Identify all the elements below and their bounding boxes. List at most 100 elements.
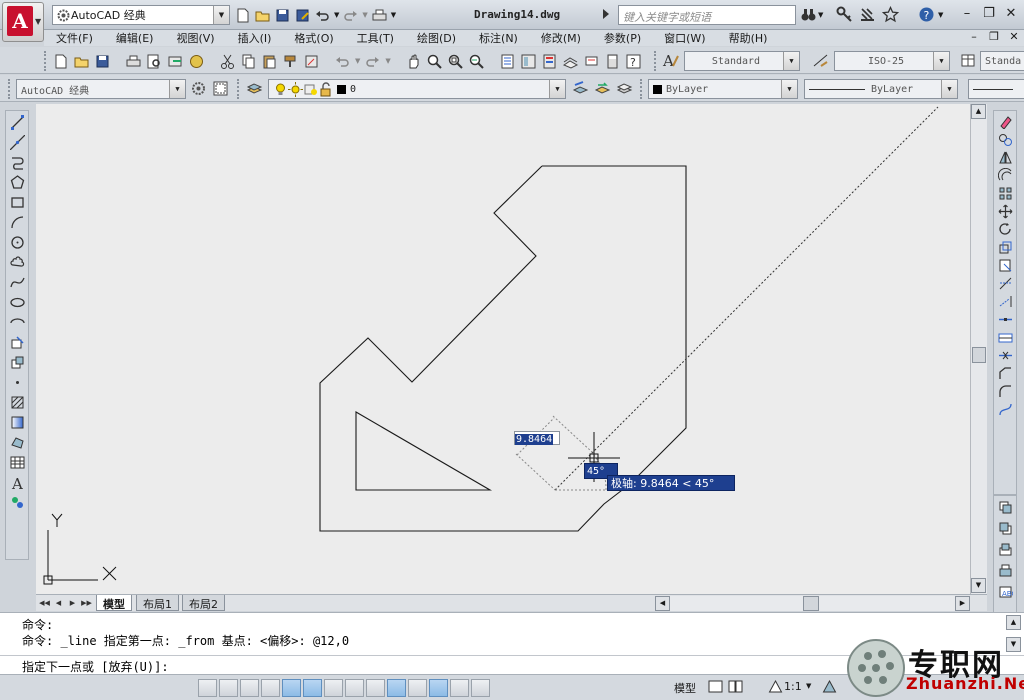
tool-palettes-icon[interactable] — [541, 53, 558, 70]
drawing-canvas[interactable]: Y X — [36, 104, 970, 594]
minimize-button[interactable]: – — [956, 4, 978, 24]
linetype-select[interactable]: ByLayer ▼ — [804, 79, 958, 99]
dynamic-input-toggle[interactable] — [387, 679, 406, 697]
pan-hand-icon[interactable] — [405, 53, 422, 70]
scale-icon[interactable] — [998, 240, 1013, 255]
properties-icon[interactable] — [499, 53, 516, 70]
horizontal-scroll-thumb[interactable] — [803, 596, 819, 611]
help-icon[interactable]: ? — [918, 6, 935, 23]
dimension-style-icon[interactable] — [812, 52, 829, 69]
save-icon[interactable] — [274, 7, 291, 24]
command-scroll-up[interactable]: ▲ — [1006, 615, 1021, 630]
point-tool-icon[interactable] — [10, 375, 25, 390]
workspace-selector[interactable]: AutoCAD 经典 ▼ — [52, 5, 230, 25]
scroll-up-button[interactable]: ▲ — [971, 104, 986, 119]
first-tab-icon[interactable]: ◀◀ — [38, 596, 51, 610]
text-to-front-icon[interactable]: ABC — [998, 584, 1016, 599]
join-icon[interactable] — [998, 348, 1013, 363]
polyline-tool-icon[interactable] — [10, 155, 25, 170]
polygon-tool-icon[interactable] — [10, 175, 25, 190]
polar-tracking-toggle[interactable] — [282, 679, 301, 697]
erase-icon[interactable] — [998, 114, 1013, 130]
open-folder-icon[interactable] — [254, 7, 271, 24]
workspace-combo[interactable]: AutoCAD 经典 ▼ — [16, 79, 186, 99]
text-style-icon[interactable]: A — [662, 52, 679, 70]
help-icon[interactable]: ? — [625, 53, 642, 70]
workspace-settings-icon[interactable] — [190, 80, 207, 97]
quick-access-dropdown-icon[interactable]: ▼ — [391, 11, 396, 19]
vertical-scrollbar[interactable]: ▲ ▼ — [970, 104, 987, 594]
menu-modify[interactable]: 修改(M) — [541, 30, 581, 46]
design-center-icon[interactable] — [520, 53, 537, 70]
rectangle-tool-icon[interactable] — [10, 195, 25, 210]
doc-restore-button[interactable]: ❐ — [984, 30, 1004, 43]
print-icon[interactable] — [371, 7, 388, 24]
move-icon[interactable] — [998, 204, 1013, 219]
chevron-down-icon[interactable]: ▼ — [783, 52, 799, 70]
mirror-icon[interactable] — [998, 150, 1013, 165]
help-dropdown-icon[interactable]: ▼ — [938, 11, 943, 19]
color-select[interactable]: ByLayer ▼ — [648, 79, 798, 99]
3d-dwf-icon[interactable] — [188, 53, 205, 70]
new-file-icon[interactable] — [234, 7, 251, 24]
favorites-star-icon[interactable] — [881, 5, 900, 23]
next-tab-icon[interactable]: ▶ — [66, 596, 79, 610]
extend-icon[interactable] — [998, 294, 1013, 309]
restore-button[interactable]: ❐ — [978, 4, 1000, 24]
break-at-point-icon[interactable] — [998, 312, 1013, 327]
undo-dropdown-icon[interactable]: ▼ — [355, 57, 360, 65]
selection-cycling-toggle[interactable] — [471, 679, 490, 697]
calculator-icon[interactable] — [604, 53, 621, 70]
circle-tool-icon[interactable] — [10, 235, 25, 250]
vertical-scroll-thumb[interactable] — [972, 347, 986, 363]
last-tab-icon[interactable]: ▶▶ — [80, 596, 93, 610]
binoculars-icon[interactable] — [800, 6, 817, 23]
menu-draw[interactable]: 绘图(D) — [417, 30, 456, 46]
open-icon[interactable] — [73, 53, 90, 70]
ortho-toggle[interactable] — [261, 679, 280, 697]
grid-toggle[interactable] — [240, 679, 259, 697]
layer-state-icon[interactable] — [616, 80, 633, 97]
chamfer-icon[interactable] — [998, 366, 1013, 381]
object-snap-toggle[interactable] — [303, 679, 322, 697]
make-current-layer-icon[interactable] — [572, 80, 589, 97]
bring-to-front-icon[interactable] — [998, 500, 1013, 515]
table-style-select[interactable]: Standa — [980, 51, 1024, 71]
redo-icon[interactable] — [342, 7, 359, 24]
close-button[interactable]: ✕ — [1000, 4, 1022, 24]
chevron-down-icon[interactable]: ▼ — [213, 6, 229, 24]
insert-block-icon[interactable] — [10, 335, 25, 350]
scroll-right-button[interactable]: ▶ — [955, 596, 970, 611]
toolbar-grip[interactable] — [8, 79, 12, 99]
infer-constraints-toggle[interactable] — [198, 679, 217, 697]
construction-line-icon[interactable] — [9, 134, 25, 151]
toolbar-grip[interactable] — [44, 51, 48, 71]
save-as-icon[interactable] — [294, 7, 311, 24]
fillet-icon[interactable] — [998, 384, 1013, 399]
markup-icon[interactable] — [583, 53, 600, 70]
menu-window[interactable]: 窗口(W) — [664, 30, 705, 46]
snap-mode-toggle[interactable] — [219, 679, 238, 697]
zoom-realtime-icon[interactable] — [426, 53, 443, 70]
chevron-down-icon[interactable]: ▼ — [169, 80, 185, 98]
zoom-window-icon[interactable] — [447, 53, 464, 70]
redo-icon[interactable] — [364, 53, 381, 70]
make-block-icon[interactable] — [10, 355, 25, 370]
send-under-icon[interactable] — [998, 563, 1013, 578]
scroll-left-button[interactable]: ◀ — [655, 596, 670, 611]
menu-tools[interactable]: 工具(T) — [357, 30, 394, 46]
redo-dropdown-icon[interactable]: ▼ — [385, 57, 390, 65]
model-space-label[interactable]: 模型 — [674, 680, 696, 696]
line-tool-icon[interactable] — [10, 115, 25, 130]
menu-file[interactable]: 文件(F) — [56, 30, 93, 46]
toolbar-grip[interactable] — [237, 79, 241, 99]
send-to-back-icon[interactable] — [998, 521, 1013, 536]
hatch-tool-icon[interactable] — [10, 395, 25, 410]
chevron-down-icon[interactable]: ▼ — [549, 80, 565, 98]
communication-center-icon[interactable] — [859, 6, 876, 23]
key-icon[interactable] — [836, 6, 853, 23]
undo-icon[interactable] — [334, 53, 351, 70]
annotation-scale-value[interactable]: 1:1 — [784, 680, 802, 693]
table-style-icon[interactable] — [960, 52, 977, 69]
paste-icon[interactable] — [261, 53, 278, 70]
